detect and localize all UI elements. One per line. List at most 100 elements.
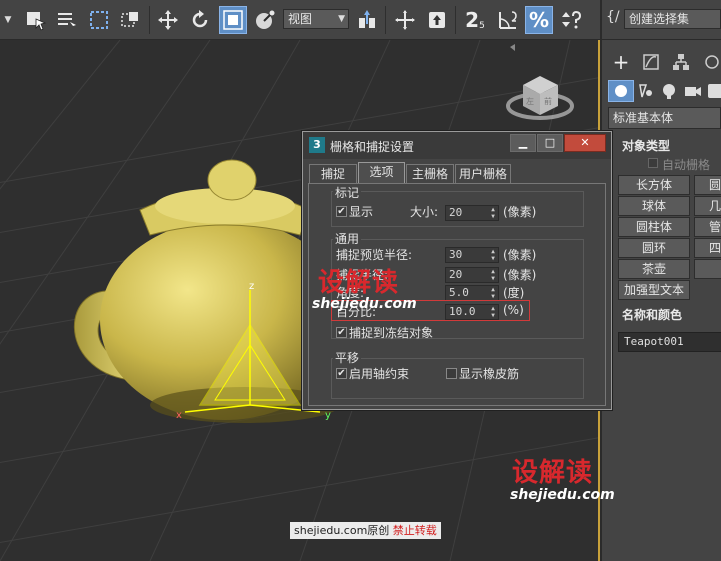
scale-icon (223, 10, 243, 30)
select-object-button[interactable] (22, 6, 50, 34)
named-selection-dropdown[interactable]: 创建选择集 (624, 9, 721, 29)
percent-unit: (%) (503, 303, 524, 317)
spinner-arrows-icon[interactable]: ▲ ▼ (488, 268, 498, 282)
tab-options[interactable]: 选项 (358, 162, 405, 184)
pyramid-button-partial[interactable]: 四 (694, 238, 721, 258)
autogrid-checkbox[interactable] (648, 158, 658, 168)
text-plus-button[interactable]: 加强型文本 (618, 280, 690, 300)
viewport-corner-marker (510, 44, 515, 51)
gizmo-x-label: x (176, 410, 182, 421)
spinner-arrows-icon[interactable]: ▲ ▼ (488, 206, 498, 220)
hierarchy-tab[interactable] (668, 50, 694, 74)
axis-constraint-checkbox[interactable]: ✔ (336, 368, 347, 379)
close-button[interactable]: ✕ (564, 134, 606, 152)
snap-to-frozen-label: 捕捉到冻结对象 (349, 326, 434, 340)
manipulate-button[interactable] (391, 6, 419, 34)
helpers-category-button[interactable] (708, 84, 721, 98)
plane-button-partial[interactable] (694, 259, 721, 279)
keyboard-shortcut-button[interactable] (423, 6, 451, 34)
upload-icon (429, 12, 445, 28)
percent-spinner[interactable]: 10.0 ▲ ▼ (445, 304, 499, 320)
snap-toggle-button[interactable]: 2 5 (460, 6, 490, 34)
tube-button-partial[interactable]: 管 (694, 217, 721, 237)
percent-icon: % (528, 8, 550, 32)
rubber-band-checkbox[interactable] (446, 368, 457, 379)
3dsmax-logo-icon: 3 (309, 137, 325, 153)
viewcube-front-label: 前 (544, 96, 552, 106)
snap-preview-radius-unit: (像素) (503, 248, 537, 262)
translation-group-label: 平移 (333, 349, 362, 366)
minimize-button[interactable]: ▁ (510, 134, 536, 152)
spinner-arrows-icon[interactable]: ▲ ▼ (488, 248, 498, 262)
reference-coordinate-dropdown[interactable]: 视图 ▼ (283, 9, 349, 29)
marker-group-label: 标记 (333, 184, 362, 201)
viewcube-left-label: 左 (526, 96, 534, 106)
light-icon (663, 84, 675, 99)
hierarchy-icon (673, 54, 689, 70)
snap-radius-spinner[interactable]: 20 ▲ ▼ (445, 267, 499, 283)
lights-category-button[interactable] (660, 82, 678, 103)
tab-snaps[interactable]: 捕捉 (309, 164, 357, 184)
box-button[interactable]: 长方体 (618, 175, 690, 195)
toolbar-dropdown-arrow[interactable]: ▼ (0, 6, 16, 34)
pivot-center-button[interactable] (353, 6, 381, 34)
maximize-button[interactable]: □ (537, 134, 563, 152)
angle-spinner[interactable]: 5.0 ▲ ▼ (445, 285, 499, 301)
spinner-snap-button[interactable] (557, 6, 585, 34)
dialog-title: 栅格和捕捉设置 (330, 140, 415, 154)
motion-tab[interactable] (698, 50, 721, 74)
dialog-titlebar[interactable]: 3 栅格和捕捉设置 ▁ □ ✕ (303, 132, 611, 159)
spinner-arrows-icon[interactable]: ▲ ▼ (488, 305, 498, 319)
sphere-button[interactable]: 球体 (618, 196, 690, 216)
scale-button[interactable] (219, 6, 247, 34)
geosphere-button-partial[interactable]: 几 (694, 196, 721, 216)
geometry-category-button[interactable] (608, 80, 634, 102)
tab-home-grid[interactable]: 主栅格 (406, 164, 454, 184)
select-by-name-button[interactable] (52, 6, 80, 34)
rect-selection-button[interactable] (85, 6, 113, 34)
move-button[interactable] (154, 6, 182, 34)
cylinder-button[interactable]: 圆柱体 (618, 217, 690, 237)
window-crossing-icon (121, 12, 138, 27)
modify-tab[interactable] (638, 50, 664, 74)
place-button[interactable] (251, 6, 279, 34)
command-panel: {/ 创建选择集 + 标准基本体 -对象类型 自动栅格 长方体 球体 圆柱体 圆… (602, 0, 721, 561)
circle-icon (615, 85, 627, 97)
percent-snap-button[interactable]: % (525, 6, 553, 34)
snap-preview-radius-spinner[interactable]: 30 ▲ ▼ (445, 247, 499, 263)
select-cursor-icon (27, 12, 47, 31)
watermark-brand-cn-2: 设解读 (512, 458, 594, 488)
size-spinner[interactable]: 20 ▲ ▼ (445, 205, 499, 221)
rotate-button[interactable] (186, 6, 214, 34)
object-type-rollout-title[interactable]: -对象类型 (608, 137, 670, 154)
snap-to-frozen-checkbox[interactable]: ✔ (336, 327, 347, 338)
shapes-category-button[interactable] (636, 82, 654, 103)
snap-mode-number: 2 (465, 8, 480, 32)
snap-radius-unit: (像素) (503, 268, 537, 282)
name-color-rollout-title[interactable]: -名称和颜色 (608, 306, 682, 323)
window-crossing-button[interactable] (116, 6, 144, 34)
angle-snap-button[interactable] (494, 6, 522, 34)
cameras-category-button[interactable] (684, 82, 702, 103)
object-name-input[interactable]: Teapot001 (618, 332, 721, 352)
chevron-down-icon: ▼ (338, 14, 345, 24)
spinner-arrows-icon[interactable]: ▲ ▼ (488, 286, 498, 300)
snap-mode-sub: 5 (479, 21, 485, 31)
object-category-dropdown[interactable]: 标准基本体 (608, 107, 721, 129)
create-tab[interactable]: + (608, 50, 634, 74)
view-cube[interactable] (506, 76, 574, 120)
gizmo-y-label: y (325, 410, 331, 421)
cone-button-partial[interactable]: 圆 (694, 175, 721, 195)
display-label: 显示 (349, 205, 374, 219)
angle-unit: (度) (503, 286, 525, 300)
tab-user-grids[interactable]: 用户栅格 (455, 164, 511, 184)
plus-icon: + (612, 50, 630, 74)
torus-button[interactable]: 圆环 (618, 238, 690, 258)
display-checkbox[interactable]: ✔ (336, 206, 347, 217)
credit-banner: shejiedu.com原创 禁止转载 (290, 522, 441, 539)
dashed-rect-icon (90, 11, 108, 29)
spinner-snap-icon (562, 10, 582, 29)
teapot-button[interactable]: 茶壶 (618, 259, 690, 279)
move-icon (158, 10, 178, 30)
watermark-brand-cn-1: 设解读 (318, 268, 400, 298)
